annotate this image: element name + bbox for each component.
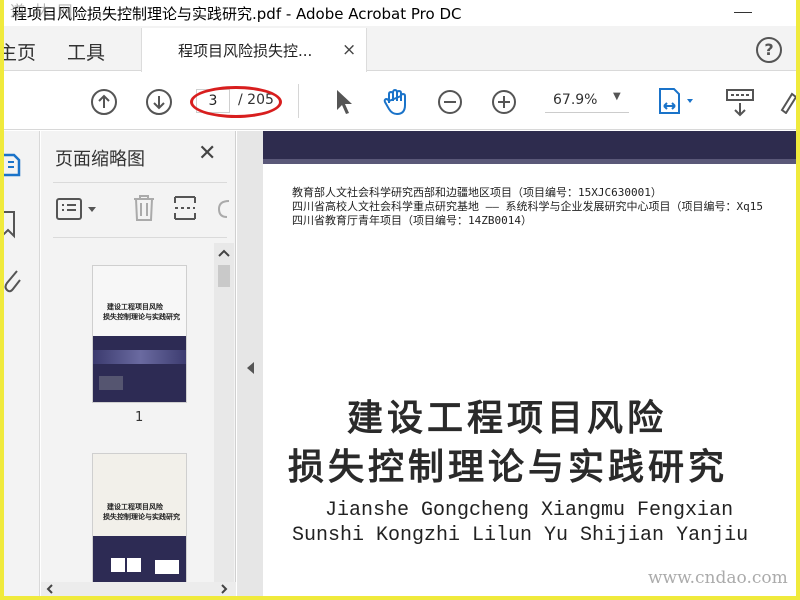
- pen-icon[interactable]: [778, 88, 796, 114]
- next-page-button[interactable]: [146, 89, 172, 115]
- panel-splitter[interactable]: [237, 131, 261, 596]
- thumbnail-subtitle: 损失控制理论与实践研究: [103, 312, 180, 321]
- title-bar: 程项目风险损失控制理论与实践研究.pdf - Adobe Acrobat Pro…: [4, 0, 796, 26]
- pdf-page: 教育部人文社会科学研究西部和边疆地区项目（项目编号：15XJC630001） 四…: [263, 131, 796, 596]
- page-thumbnails-icon[interactable]: [4, 151, 22, 179]
- toolbar-divider: [298, 84, 299, 118]
- zoom-out-icon[interactable]: [437, 89, 465, 117]
- pinyin-title-line1: Jianshe Gongcheng Xiangmu Fengxian: [325, 499, 734, 522]
- thumbnails-hscrollbar[interactable]: [41, 582, 236, 596]
- window-title: 程项目风险损失控制理论与实践研究.pdf - Adobe Acrobat Pro…: [12, 5, 462, 23]
- page-thumbnail-2[interactable]: 建设工程项目风险 损失控制理论与实践研究: [92, 453, 187, 596]
- red-annotation-ellipse: [190, 86, 282, 118]
- thumbnail-title: 建设工程项目风险: [107, 502, 163, 511]
- options-menu-icon[interactable]: [55, 197, 101, 223]
- scrollbar-thumb[interactable]: [218, 265, 230, 287]
- book-title-line1: 建设工程项目风险: [347, 397, 668, 439]
- minimize-button[interactable]: [734, 12, 752, 13]
- thumbnail-subtitle: 损失控制理论与实践研究: [103, 512, 180, 521]
- menu-tools[interactable]: 工具: [67, 38, 105, 65]
- chevron-down-icon: ▼: [613, 91, 621, 102]
- thumbnail-page-number: 1: [135, 410, 144, 425]
- panel-divider: [53, 182, 227, 183]
- panel-title: 页面缩略图: [55, 149, 145, 170]
- book-title-line2: 损失控制理论与实践研究: [288, 446, 729, 488]
- rotate-icon[interactable]: [213, 195, 233, 223]
- scroll-right-icon[interactable]: [219, 584, 229, 594]
- thumbnail-title: 建设工程项目风险: [107, 302, 163, 311]
- acrobat-window: 程项目风险损失控制理论与实践研究.pdf - Adobe Acrobat Pro…: [4, 0, 796, 596]
- panel-close-icon[interactable]: ✕: [198, 141, 216, 166]
- panel-divider: [53, 237, 227, 238]
- fit-page-icon[interactable]: [656, 85, 698, 119]
- scroll-left-icon[interactable]: [45, 584, 55, 594]
- thumbnails-scrollbar[interactable]: [214, 243, 234, 583]
- page-thumbnail-1[interactable]: 建设工程项目风险 损失控制理论与实践研究: [92, 265, 187, 403]
- tab-close-icon[interactable]: ×: [342, 40, 356, 60]
- help-icon[interactable]: ?: [756, 37, 782, 63]
- navigation-pane: [4, 131, 40, 596]
- thumbnails-panel: 页面缩略图 ✕ 建设工程项目风险 损失控制理论与实践研究 1 建设工程项目风险 …: [41, 131, 236, 596]
- zoom-value: 67.9%: [553, 92, 598, 108]
- pinyin-title-line2: Sunshi Kongzhi Lilun Yu Shijian Yanjiu: [292, 524, 749, 547]
- cover-band-stripe: [263, 159, 796, 164]
- attachment-icon[interactable]: [4, 265, 22, 295]
- hand-tool-icon[interactable]: [381, 87, 411, 117]
- watermark-text: 道 林 网: [10, 2, 75, 20]
- scroll-up-icon[interactable]: [218, 249, 230, 257]
- arrow-down-icon: [153, 96, 165, 110]
- zoom-select[interactable]: 67.9% ▼: [545, 89, 629, 113]
- insert-pages-icon[interactable]: [171, 193, 199, 223]
- zoom-in-icon[interactable]: [491, 89, 519, 117]
- select-cursor-icon[interactable]: [334, 88, 354, 116]
- arrow-up-icon: [98, 94, 110, 108]
- tab-document-label: 程项目风险损失控...: [178, 42, 313, 60]
- document-view[interactable]: 教育部人文社会科学研究西部和边疆地区项目（项目编号：15XJC630001） 四…: [261, 131, 796, 596]
- prev-page-button[interactable]: [91, 89, 117, 115]
- project-line: 四川省教育厅青年项目（项目编号：14ZB0014）: [292, 214, 532, 227]
- tab-document[interactable]: 程项目风险损失控... ×: [141, 28, 367, 72]
- menu-home[interactable]: 主页: [4, 38, 36, 65]
- cover-band: [263, 131, 796, 159]
- tab-bar: 主页 工具 程项目风险损失控... ×: [4, 26, 796, 72]
- trash-icon[interactable]: [131, 193, 157, 223]
- site-watermark: www.cndao.com: [648, 568, 788, 588]
- scroll-mode-icon[interactable]: [724, 86, 756, 118]
- collapse-panel-icon[interactable]: [245, 361, 255, 375]
- bookmarks-icon[interactable]: [4, 209, 20, 239]
- toolbar: 3 / 205 67.9% ▼: [4, 72, 796, 130]
